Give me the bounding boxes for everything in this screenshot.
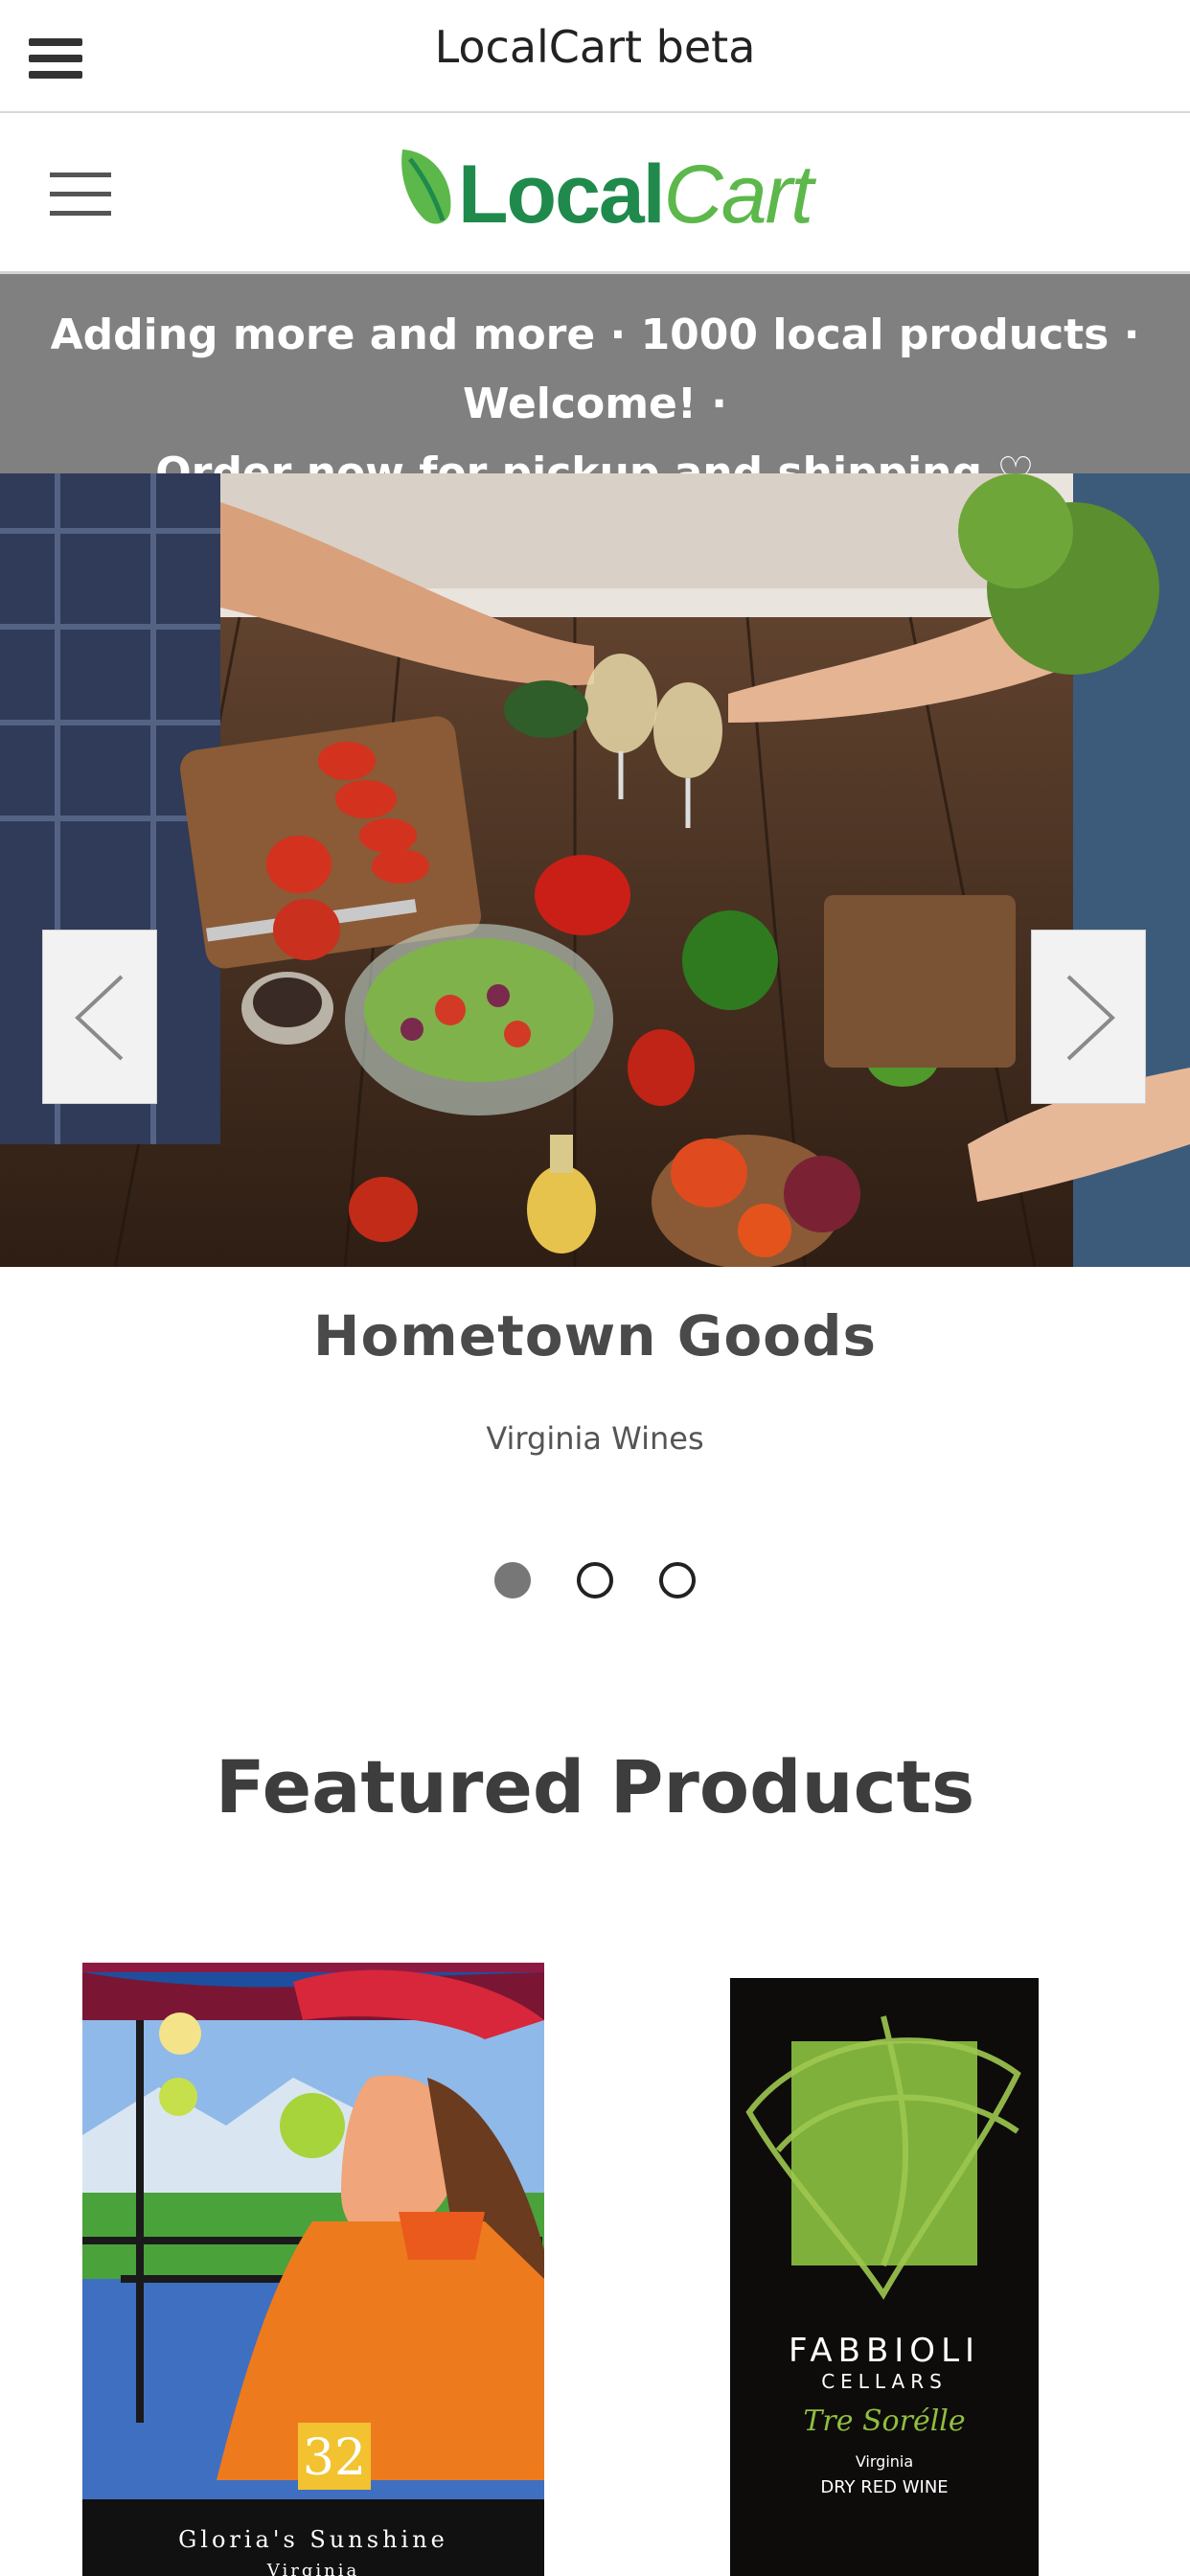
label-name: Gloria's Sunshine xyxy=(178,2526,448,2553)
promo-banner: Adding more and more · 1000 local produc… xyxy=(0,274,1190,497)
carousel-dot-2[interactable] xyxy=(577,1562,613,1598)
banner-line-1: Adding more and more · 1000 local produc… xyxy=(50,310,1140,428)
carousel-dot-3[interactable] xyxy=(659,1562,696,1598)
chevron-left-icon xyxy=(75,975,124,1061)
site-logo[interactable]: LocalCart xyxy=(395,142,813,241)
label-brand: FABBIOLI xyxy=(789,2332,980,2370)
featured-products-heading: Featured Products xyxy=(215,1744,975,1829)
wine-label-image: 32 Gloria's Sunshine Virginia xyxy=(82,1963,544,2576)
label-type: DRY RED WINE xyxy=(820,2477,948,2497)
app-bar: LocalCart beta xyxy=(0,0,1190,113)
label-number: 32 xyxy=(303,2429,366,2487)
logo-wordmark: LocalCart xyxy=(458,149,813,241)
label-brand-2: CELLARS xyxy=(821,2370,948,2393)
chevron-right-icon xyxy=(1066,975,1115,1061)
leaf-icon xyxy=(401,150,451,224)
product-card-gloria-sunshine[interactable]: 32 Gloria's Sunshine Virginia xyxy=(82,1963,544,2576)
product-card-fabbioli[interactable]: FABBIOLI CELLARS Tre Sorélle Virginia DR… xyxy=(730,1978,1039,2576)
slide-title: Hometown Goods xyxy=(312,1303,878,1368)
label-region: Virginia xyxy=(856,2452,913,2471)
label-sub: Virginia xyxy=(266,2561,359,2576)
label-name: Tre Sorélle xyxy=(803,2404,965,2438)
app-title: LocalCart beta xyxy=(434,21,756,73)
table-scene-image xyxy=(0,473,1190,1267)
carousel-indicators xyxy=(0,1562,1190,1606)
carousel-prev-button[interactable] xyxy=(42,930,157,1104)
slide-subtitle: Virginia Wines xyxy=(486,1420,704,1457)
hero-image xyxy=(0,473,1190,1267)
carousel-next-button[interactable] xyxy=(1031,930,1146,1104)
wine-label-image: FABBIOLI CELLARS Tre Sorélle Virginia DR… xyxy=(730,1978,1039,2576)
site-header: LocalCart xyxy=(0,113,1190,274)
carousel-dot-1[interactable] xyxy=(494,1562,531,1598)
menu-icon[interactable] xyxy=(50,172,111,217)
